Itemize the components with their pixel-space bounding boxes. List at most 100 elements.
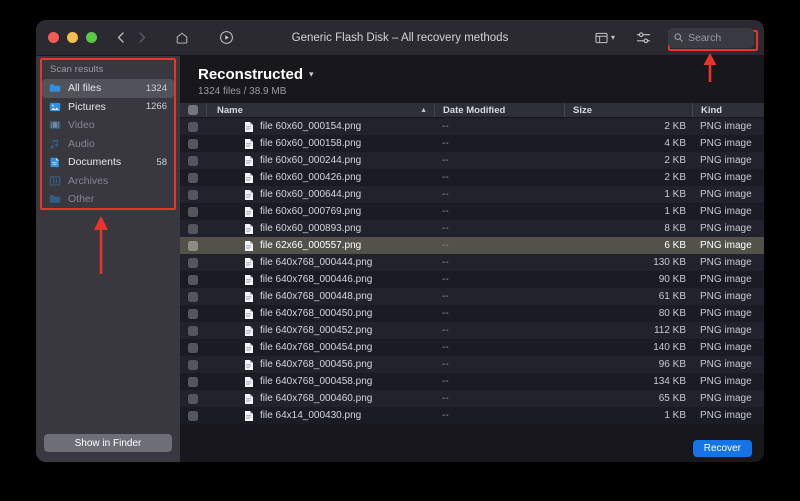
sidebar-item-all-files[interactable]: All files 1324: [42, 79, 174, 98]
row-checkbox[interactable]: [180, 342, 206, 353]
column-header-size-label: Size: [573, 104, 593, 116]
sidebar-item-audio[interactable]: Audio: [42, 135, 174, 154]
table-row[interactable]: file 60x60_000644.png -- 1 KB PNG image: [180, 186, 764, 203]
view-mode-button[interactable]: ▾: [592, 26, 618, 50]
cell-kind: PNG image: [700, 155, 752, 166]
table-row[interactable]: file 640x768_000446.png -- 90 KB PNG image: [180, 271, 764, 288]
cell-date-modified: --: [442, 223, 449, 234]
show-in-finder-button[interactable]: Show in Finder: [44, 434, 172, 452]
row-checkbox[interactable]: [180, 359, 206, 370]
table-row[interactable]: file 60x60_000426.png -- 2 KB PNG image: [180, 169, 764, 186]
maximize-window-button[interactable]: [86, 32, 97, 43]
table-row[interactable]: file 640x768_000460.png -- 65 KB PNG image: [180, 390, 764, 407]
cell-name: file 640x768_000454.png: [206, 342, 434, 354]
row-checkbox[interactable]: [180, 155, 206, 166]
sidebar-item-video[interactable]: Video: [42, 116, 174, 135]
table-row[interactable]: file 640x768_000454.png -- 140 KB PNG image: [180, 339, 764, 356]
chevron-down-icon[interactable]: ▾: [309, 69, 314, 80]
file-icon: [245, 172, 253, 183]
row-checkbox[interactable]: [180, 410, 206, 421]
column-header-date-modified[interactable]: Date Modified: [434, 103, 564, 117]
file-name: file 640x768_000446.png: [260, 274, 373, 285]
table-row[interactable]: file 60x60_000158.png -- 4 KB PNG image: [180, 135, 764, 152]
row-checkbox[interactable]: [180, 240, 206, 251]
column-header-kind[interactable]: Kind: [692, 103, 764, 117]
file-name: file 640x768_000450.png: [260, 308, 373, 319]
cell-date-modified: --: [442, 359, 449, 370]
minimize-window-button[interactable]: [67, 32, 78, 43]
cell-size: 61 KB: [658, 291, 686, 302]
page-title[interactable]: Reconstructed ▾: [198, 66, 764, 83]
row-checkbox[interactable]: [180, 172, 206, 183]
cell-name: file 60x60_000644.png: [206, 189, 434, 201]
sidebar-item-other[interactable]: Other: [42, 190, 174, 209]
cell-name: file 60x60_000893.png: [206, 223, 434, 235]
column-header-name[interactable]: Name ▲: [206, 103, 434, 117]
checkbox-icon: [188, 257, 198, 268]
row-checkbox[interactable]: [180, 223, 206, 234]
table-row[interactable]: file 60x60_000154.png -- 2 KB PNG image: [180, 118, 764, 135]
rescan-button[interactable]: [213, 26, 239, 50]
table-row[interactable]: file 62x66_000557.png -- 6 KB PNG image: [180, 237, 764, 254]
cell-size: 65 KB: [658, 393, 686, 404]
row-checkbox[interactable]: [180, 257, 206, 268]
filter-settings-button[interactable]: [630, 26, 656, 50]
row-checkbox[interactable]: [180, 274, 206, 285]
file-icon: [245, 410, 253, 421]
sidebar-item-pictures[interactable]: Pictures 1266: [42, 98, 174, 117]
toolbar-right-group: ▾ Search: [592, 26, 764, 50]
table-row[interactable]: file 60x60_000893.png -- 8 KB PNG image: [180, 220, 764, 237]
table-row[interactable]: file 640x768_000456.png -- 96 KB PNG image: [180, 356, 764, 373]
cell-size: 80 KB: [658, 308, 686, 319]
row-checkbox[interactable]: [180, 206, 206, 217]
page-title-text: Reconstructed: [198, 66, 304, 83]
checkbox-icon: [188, 342, 198, 353]
table-row[interactable]: file 640x768_000448.png -- 61 KB PNG image: [180, 288, 764, 305]
row-checkbox[interactable]: [180, 121, 206, 132]
search-input[interactable]: Search: [668, 27, 754, 48]
table-row[interactable]: file 64x14_000430.png -- 1 KB PNG image: [180, 407, 764, 424]
search-placeholder: Search: [688, 31, 722, 44]
close-window-button[interactable]: [48, 32, 59, 43]
row-checkbox[interactable]: [180, 291, 206, 302]
table-row[interactable]: file 640x768_000444.png -- 130 KB PNG image: [180, 254, 764, 271]
cell-name: file 64x14_000430.png: [206, 410, 434, 422]
select-all-checkbox[interactable]: [180, 103, 206, 117]
row-checkbox[interactable]: [180, 325, 206, 336]
table-row[interactable]: file 640x768_000450.png -- 80 KB PNG image: [180, 305, 764, 322]
recover-button[interactable]: Recover: [692, 439, 752, 457]
table-row[interactable]: file 60x60_000244.png -- 2 KB PNG image: [180, 152, 764, 169]
sidebar-item-label: All files: [68, 82, 102, 95]
main-footer: Recover: [180, 434, 764, 462]
home-button[interactable]: [169, 26, 195, 50]
document-icon: [50, 157, 59, 168]
cell-size: 1 KB: [664, 206, 686, 217]
row-checkbox[interactable]: [180, 376, 206, 387]
row-checkbox[interactable]: [180, 308, 206, 319]
file-name: file 640x768_000460.png: [260, 393, 373, 404]
back-button[interactable]: [111, 28, 129, 48]
row-checkbox[interactable]: [180, 189, 206, 200]
traffic-light-group: [36, 32, 97, 43]
column-header-kind-label: Kind: [701, 104, 723, 116]
play-circle-icon: [219, 31, 233, 44]
file-list[interactable]: file 60x60_000154.png -- 2 KB PNG image file…: [180, 118, 764, 434]
forward-button[interactable]: [133, 28, 151, 48]
checkbox-icon: [188, 223, 198, 234]
table-row[interactable]: file 60x60_000769.png -- 1 KB PNG image: [180, 203, 764, 220]
cell-date-modified: --: [442, 121, 449, 132]
sidebar-item-documents[interactable]: Documents 58: [42, 153, 174, 172]
checkbox-icon: [188, 206, 198, 217]
cell-name: file 60x60_000154.png: [206, 121, 434, 133]
cell-date-modified: --: [442, 393, 449, 404]
table-row[interactable]: file 640x768_000458.png -- 134 KB PNG image: [180, 373, 764, 390]
column-header-size[interactable]: Size: [564, 103, 692, 117]
row-checkbox[interactable]: [180, 138, 206, 149]
row-checkbox[interactable]: [180, 393, 206, 404]
sidebar-heading: Scan results: [50, 64, 104, 75]
cell-size: 6 KB: [664, 240, 686, 251]
table-row[interactable]: file 640x768_000452.png -- 112 KB PNG image: [180, 322, 764, 339]
sidebar-item-archives[interactable]: Archives: [42, 172, 174, 191]
cell-name: file 640x768_000446.png: [206, 274, 434, 286]
file-name: file 640x768_000456.png: [260, 359, 373, 370]
